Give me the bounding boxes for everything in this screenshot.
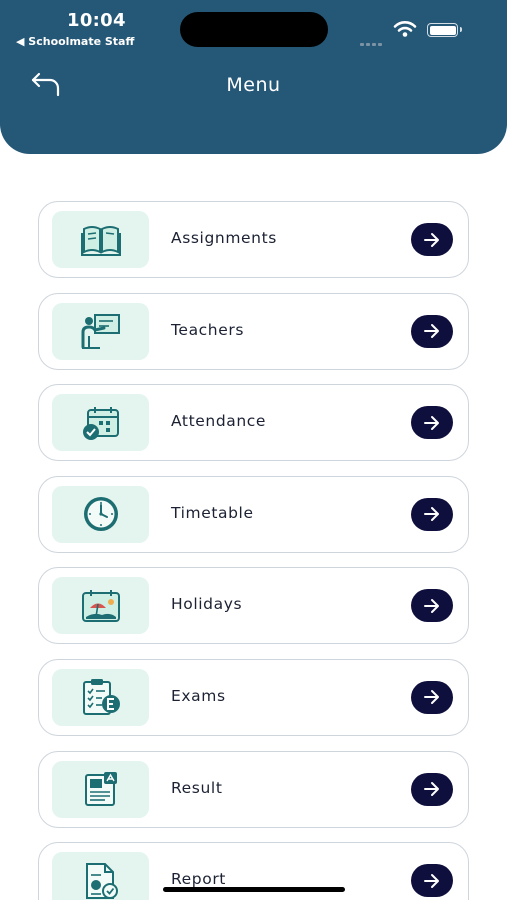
arrow-right-icon <box>424 782 439 797</box>
icon-tile <box>52 760 149 818</box>
menu-item-holidays[interactable]: Holidays <box>38 567 469 645</box>
menu-item-label: Attendance <box>171 412 267 431</box>
signal-icon <box>360 31 384 50</box>
dynamic-island <box>180 12 328 47</box>
book-icon <box>80 225 121 256</box>
arrow-button[interactable] <box>411 497 453 531</box>
wifi-icon <box>393 21 417 37</box>
app-header: 10:04 ◀ Schoolmate Staff Menu <box>0 0 507 154</box>
menu-item-label: Teachers <box>171 320 244 339</box>
menu-item-label: Assignments <box>171 229 277 247</box>
arrow-right-icon <box>424 415 439 430</box>
status-time: 10:04 <box>67 10 126 31</box>
arrow-right-icon <box>424 873 439 888</box>
icon-tile <box>52 394 149 452</box>
arrow-right-icon <box>424 690 439 705</box>
arrow-right-icon <box>424 324 439 339</box>
battery-icon <box>427 23 462 37</box>
result-document-icon <box>84 772 117 807</box>
menu-list: Assignments Teachers Attendance Timetabl… <box>38 201 469 900</box>
icon-tile <box>52 852 149 900</box>
menu-item-label: Report <box>171 870 226 889</box>
exam-clipboard-icon <box>82 679 120 716</box>
menu-item-timetable[interactable]: Timetable <box>38 475 469 553</box>
beach-calendar-icon <box>81 589 120 622</box>
icon-tile <box>52 577 149 635</box>
icon-tile <box>52 302 149 360</box>
arrow-right-icon <box>424 232 439 247</box>
page-title: Menu <box>226 74 281 96</box>
arrow-button[interactable] <box>411 864 453 898</box>
arrow-button[interactable] <box>411 223 453 256</box>
icon-tile <box>52 211 149 268</box>
icon-tile <box>52 485 149 543</box>
arrow-button[interactable] <box>411 680 453 714</box>
menu-item-assignments[interactable]: Assignments <box>38 201 469 278</box>
menu-item-teachers[interactable]: Teachers <box>38 292 469 370</box>
clock-icon <box>83 497 118 532</box>
icon-tile <box>52 668 149 726</box>
arrow-button[interactable] <box>411 772 453 806</box>
menu-item-exams[interactable]: Exams <box>38 658 469 736</box>
menu-item-result[interactable]: Result <box>38 750 469 828</box>
status-back-to-app[interactable]: ◀ Schoolmate Staff <box>16 35 134 48</box>
menu-item-label: Timetable <box>171 503 254 522</box>
arrow-button[interactable] <box>411 589 453 623</box>
arrow-right-icon <box>424 598 439 613</box>
arrow-button[interactable] <box>411 314 453 348</box>
menu-item-label: Exams <box>171 686 226 705</box>
arrow-right-icon <box>424 507 439 522</box>
home-indicator[interactable] <box>163 887 345 892</box>
arrow-button[interactable] <box>411 406 453 440</box>
report-document-icon <box>85 862 118 899</box>
calendar-check-icon <box>82 406 119 440</box>
teacher-board-icon <box>81 314 120 350</box>
menu-item-attendance[interactable]: Attendance <box>38 384 469 462</box>
menu-item-label: Result <box>171 778 223 797</box>
menu-item-label: Holidays <box>171 595 243 614</box>
